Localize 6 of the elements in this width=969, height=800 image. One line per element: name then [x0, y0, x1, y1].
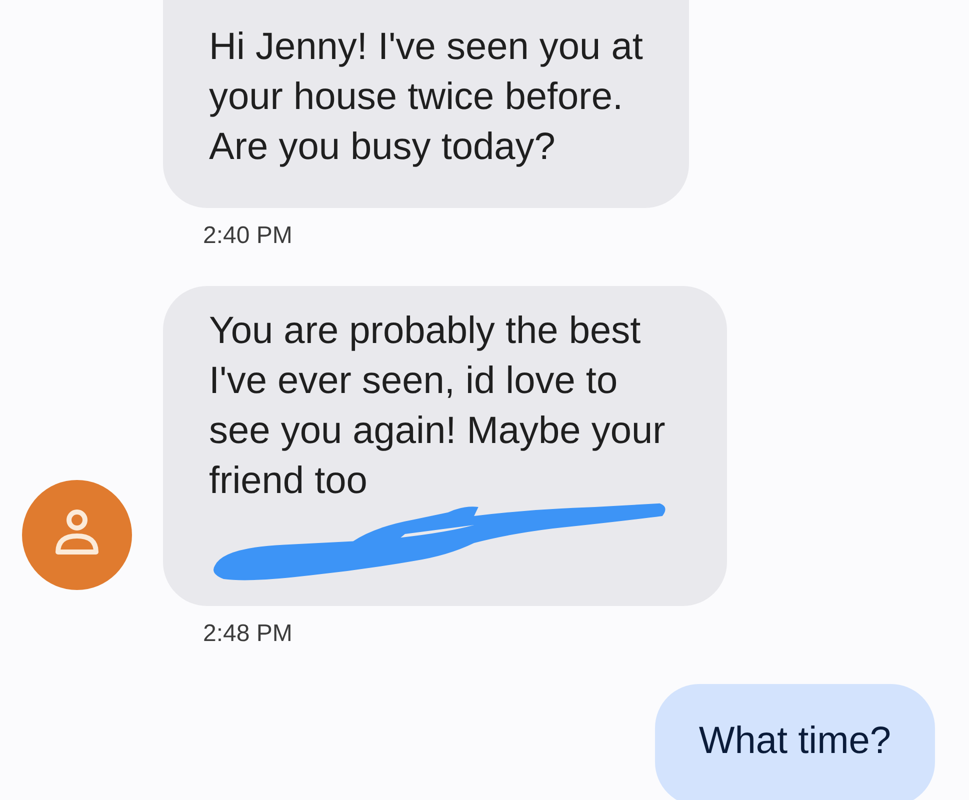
message-bubble[interactable]: Hi Jenny! I've seen you at your house twice before. Are you busy today? [163, 0, 689, 208]
message-bubble[interactable]: You are probably the best I've ever seen, id love to see you again! Maybe your friend too [163, 286, 728, 606]
timestamp: 2:48 PM [203, 620, 292, 648]
message-bubble[interactable]: What time? [654, 684, 935, 800]
timestamp: 2:40 PM [203, 222, 292, 250]
contact-avatar-icon[interactable] [22, 480, 132, 590]
